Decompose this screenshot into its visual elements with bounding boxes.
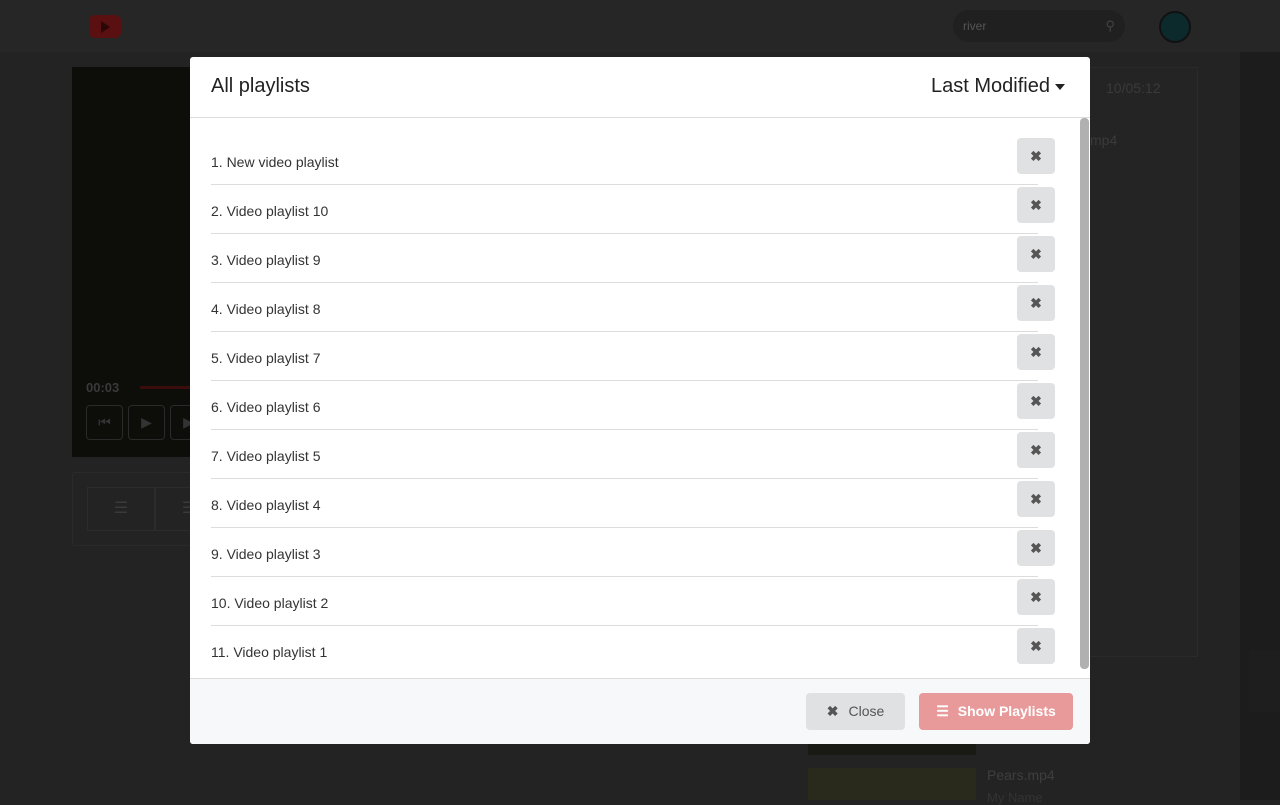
playlist-name[interactable]: 11. Video playlist 1 <box>211 644 327 660</box>
playlist-row[interactable]: 7. Video playlist 5 ✖ <box>211 430 1055 479</box>
delete-playlist-button[interactable]: ✖ <box>1017 628 1055 664</box>
playlist-row[interactable]: 9. Video playlist 3 ✖ <box>211 528 1055 577</box>
playlist-row[interactable]: 6. Video playlist 6 ✖ <box>211 381 1055 430</box>
side-panel <box>1085 67 1198 657</box>
video-player[interactable]: 00:03 ⏮ ▶ ▶ <box>72 67 207 457</box>
delete-playlist-button[interactable]: ✖ <box>1017 285 1055 321</box>
delete-playlist-button[interactable]: ✖ <box>1017 138 1055 174</box>
timestamp: 10/05:12 <box>1106 80 1161 96</box>
delete-playlist-button[interactable]: ✖ <box>1017 334 1055 370</box>
playlist-name[interactable]: 6. Video playlist 6 <box>211 399 320 415</box>
playlist-name[interactable]: 4. Video playlist 8 <box>211 301 320 317</box>
playlist-name[interactable]: 3. Video playlist 9 <box>211 252 320 268</box>
playlist-name[interactable]: 8. Video playlist 4 <box>211 497 320 513</box>
close-icon: ✖ <box>1030 246 1042 262</box>
side-tab[interactable] <box>1249 650 1280 712</box>
playlist-row[interactable]: 5. Video playlist 7 ✖ <box>211 332 1055 381</box>
search-icon[interactable]: ⚲ <box>1105 18 1115 34</box>
search-input[interactable]: river ⚲ <box>953 10 1125 42</box>
modal-title: All playlists <box>211 75 310 97</box>
video-thumbnail[interactable] <box>808 768 976 800</box>
close-icon: ✖ <box>1030 638 1042 654</box>
playlist-row[interactable]: 3. Video playlist 9 ✖ <box>211 234 1055 283</box>
playlist-name[interactable]: 10. Video playlist 2 <box>211 595 328 611</box>
remove-from-playlist-button[interactable]: ☰ <box>87 487 155 531</box>
scrollbar[interactable] <box>1080 118 1089 669</box>
logo-icon[interactable] <box>89 15 121 38</box>
avatar[interactable] <box>1159 11 1191 43</box>
close-icon: ✖ <box>1030 393 1042 409</box>
close-icon: ✖ <box>1030 491 1042 507</box>
playlist-name[interactable]: 1. New video playlist <box>211 154 339 170</box>
close-label: Close <box>848 703 885 719</box>
delete-playlist-button[interactable]: ✖ <box>1017 530 1055 566</box>
playlist-row[interactable]: 2. Video playlist 10 ✖ <box>211 185 1055 234</box>
show-playlists-button[interactable]: ☰ Show Playlists <box>919 693 1073 730</box>
playlist-row[interactable]: 1. New video playlist ✖ <box>211 136 1055 185</box>
modal-header: All playlists Last Modified <box>190 57 1090 118</box>
playlist-name[interactable]: 7. Video playlist 5 <box>211 448 320 464</box>
close-icon: ✖ <box>1030 540 1042 556</box>
close-icon: ✖ <box>1030 148 1042 164</box>
close-icon: ✖ <box>1030 442 1042 458</box>
delete-playlist-button[interactable]: ✖ <box>1017 187 1055 223</box>
playlist-row[interactable]: 10. Video playlist 2 ✖ <box>211 577 1055 626</box>
search-value: river <box>963 19 987 33</box>
playlist-name[interactable]: 2. Video playlist 10 <box>211 203 328 219</box>
playlist-row[interactable]: 8. Video playlist 4 ✖ <box>211 479 1055 528</box>
playlist-toolbar: ☰ ☰ <box>72 472 223 546</box>
list-icon: ☰ <box>936 703 949 719</box>
playlist-row[interactable]: 4. Video playlist 8 ✖ <box>211 283 1055 332</box>
top-bar: river ⚲ <box>0 0 1280 52</box>
sort-label: Last Modified <box>931 75 1050 97</box>
sort-dropdown[interactable]: Last Modified <box>931 75 1065 98</box>
delete-playlist-button[interactable]: ✖ <box>1017 236 1055 272</box>
video-title[interactable]: Pears.mp4 <box>987 767 1055 783</box>
playlist-name[interactable]: 9. Video playlist 3 <box>211 546 320 562</box>
playlists-modal: All playlists Last Modified 1. New video… <box>190 57 1090 744</box>
video-author: My Name <box>987 790 1043 805</box>
close-button[interactable]: ✖ Close <box>806 693 905 730</box>
file-name: mp4 <box>1090 132 1118 148</box>
playlist-row[interactable]: 11. Video playlist 1 ✖ <box>211 626 1055 675</box>
close-icon: ✖ <box>1030 295 1042 311</box>
close-icon: ✖ <box>1030 197 1042 213</box>
delete-playlist-button[interactable]: ✖ <box>1017 432 1055 468</box>
previous-button[interactable]: ⏮ <box>86 405 123 440</box>
modal-footer: ✖ Close ☰ Show Playlists <box>190 678 1090 744</box>
caret-down-icon <box>1055 83 1065 90</box>
close-icon: ✖ <box>1030 589 1042 605</box>
delete-playlist-button[interactable]: ✖ <box>1017 579 1055 615</box>
show-playlists-label: Show Playlists <box>957 703 1056 719</box>
delete-playlist-button[interactable]: ✖ <box>1017 481 1055 517</box>
delete-playlist-button[interactable]: ✖ <box>1017 383 1055 419</box>
close-icon: ✖ <box>1030 344 1042 360</box>
playlist-list: 1. New video playlist ✖ 2. Video playlist … <box>190 118 1090 678</box>
video-time: 00:03 <box>86 380 120 395</box>
close-icon: ✖ <box>826 703 839 719</box>
playlist-name[interactable]: 5. Video playlist 7 <box>211 350 320 366</box>
play-button[interactable]: ▶ <box>128 405 165 440</box>
